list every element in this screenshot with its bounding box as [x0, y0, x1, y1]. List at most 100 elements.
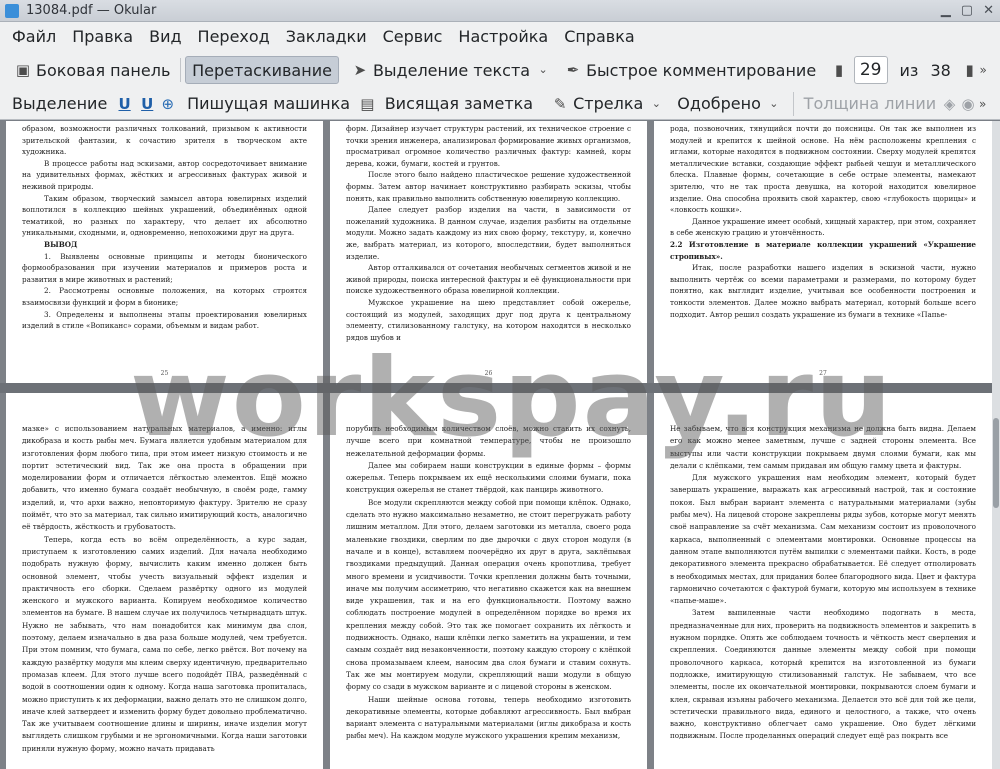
paragraph: Далее мы собираем наши конструкции в еди… [346, 460, 631, 495]
page-total-label: 38 [930, 60, 951, 80]
paragraph: Для мужского украшения нам необходим эле… [670, 473, 976, 606]
strikeout-icon[interactable]: ⊕ [161, 95, 176, 113]
paragraph: образом, возможности различных толковани… [22, 124, 307, 157]
menu-help[interactable]: Справка [556, 22, 643, 52]
pinned-note-label: Висящая заметка [384, 94, 534, 113]
quick-comment-label: Быстрое комментирование [586, 60, 817, 80]
drag-mode-label: Перетаскивание [192, 60, 332, 80]
page-text: Не забываем, что вся конструкция механиз… [654, 393, 992, 743]
chevron-down-icon[interactable]: ⌄ [647, 95, 665, 113]
section-heading: ВЫВОД [44, 239, 78, 249]
paragraph: В процессе работы над эскизами, автор со… [22, 158, 307, 191]
document-viewport[interactable]: образом, возможности различных толковани… [0, 121, 1000, 769]
window-controls: ▁ ▢ ✕ [941, 3, 994, 18]
arrow-label: Стрелка [573, 94, 644, 113]
text-select-button[interactable]: ➤ Выделение текста ⌄ [345, 56, 558, 84]
paragraph: Автор отталкивался от сочетания необычны… [346, 263, 631, 296]
drag-mode-button[interactable]: Перетаскивание [185, 56, 339, 84]
scrollbar-thumb[interactable] [993, 418, 999, 508]
pdf-page-25: образом, возможности различных толковани… [6, 121, 323, 383]
window-title: 13084.pdf — Okular [26, 3, 157, 18]
menu-tools[interactable]: Сервис [375, 22, 451, 52]
menu-view[interactable]: Вид [141, 22, 189, 52]
pdf-page-30: Не забываем, что вся конструкция механиз… [654, 393, 992, 769]
paragraph: Теперь, когда есть во всём определённост… [22, 534, 307, 753]
close-icon[interactable]: ✕ [983, 3, 994, 18]
toolbar-separator [180, 58, 182, 82]
main-toolbar: ▣ Боковая панель Перетаскивание ➤ Выделе… [0, 52, 1000, 88]
paragraph: Далее следует разбор изделия на части, в… [346, 205, 631, 261]
maximize-icon[interactable]: ▢ [961, 3, 973, 18]
page-number: 27 [819, 370, 827, 377]
note-icon: ▤ [360, 94, 375, 113]
page-text: рода, позвоночник, тянущийся почти до по… [654, 121, 992, 320]
color-icon[interactable]: ◈ [942, 95, 957, 113]
window-titlebar: 13084.pdf — Okular ▁ ▢ ✕ [0, 0, 1000, 22]
quick-comment-button[interactable]: ✒ Быстрое комментирование [558, 56, 822, 84]
paragraph: Не забываем, что вся конструкция механиз… [670, 424, 976, 470]
pinned-note-button[interactable]: Висящая заметка [379, 90, 539, 118]
list-item: 2. Рассмотрены основные положения, на ко… [22, 286, 307, 307]
stamp-button[interactable]: Одобрено ⌄ [671, 90, 789, 118]
paragraph: После этого было найдено пластическое ре… [346, 170, 631, 203]
text-select-label: Выделение текста [372, 60, 531, 80]
sidebar-button-label: Боковая панель [36, 60, 171, 80]
paragraph: мазке» с использованием натуральных мате… [22, 424, 307, 532]
list-item: 1. Выявлены основные принципы и методы б… [22, 251, 307, 284]
menu-go[interactable]: Переход [190, 22, 278, 52]
next-page-icon[interactable]: ▮ [963, 61, 977, 79]
previous-page-icon[interactable]: ▮ [832, 61, 846, 79]
paragraph: порубить необходимым количеством слоёв, … [346, 424, 631, 458]
sidebar-button[interactable]: ▣ Боковая панель [8, 56, 176, 84]
squiggle-underline-icon[interactable]: U [140, 95, 155, 113]
cursor-arrow-icon: ➤ [353, 61, 367, 79]
vertical-scrollbar[interactable] [992, 121, 1000, 769]
line-width-label: Толщина линии [803, 94, 937, 113]
paragraph: Итак, после разработки нашего изделия в … [670, 263, 976, 319]
page-text: мазке» с использованием натуральных мате… [6, 393, 323, 755]
overflow-menu-icon[interactable]: » [975, 95, 990, 113]
overflow-menu-icon[interactable]: » [976, 61, 990, 79]
typewriter-label: Пишущая машинка [187, 94, 351, 113]
pen-icon: ✒ [566, 61, 580, 79]
menu-bookmarks[interactable]: Закладки [278, 22, 375, 52]
sidebar-icon: ▣ [15, 61, 31, 79]
menu-file[interactable]: Файл [4, 22, 64, 52]
page-text: форм. Дизайнер изучает структуры растени… [330, 121, 647, 343]
pdf-page-28: мазке» с использованием натуральных мате… [6, 393, 323, 769]
paragraph: Данное украшение имеет особый, хищный ха… [670, 216, 976, 238]
chevron-down-icon[interactable]: ⌄ [534, 61, 552, 79]
page-text: образом, возможности различных толковани… [6, 121, 323, 332]
paragraph: рода, позвоночник, тянущийся почти до по… [670, 124, 976, 215]
underline-icon[interactable]: U [117, 95, 132, 113]
page-row-gap [0, 383, 1000, 393]
page-of-label: из [899, 60, 919, 80]
page-number: 25 [160, 370, 169, 377]
page-text: порубить необходимым количеством слоёв, … [330, 393, 647, 743]
paragraph: Наши шейные основа готовы, теперь необхо… [346, 694, 631, 741]
stamp-label: Одобрено [677, 94, 761, 113]
pdf-page-26: форм. Дизайнер изучает структуры растени… [330, 121, 647, 383]
paragraph: форм. Дизайнер изучает структуры растени… [346, 124, 631, 168]
paragraph: Затем выпиленные части необходимо подогн… [670, 608, 976, 741]
menu-bar: Файл Правка Вид Переход Закладки Сервис … [0, 22, 1000, 52]
line-width-button[interactable]: Толщина линии [798, 90, 943, 118]
list-item: 3. Определены и выполнены этапы проектир… [22, 309, 307, 331]
toolbar-separator [792, 91, 794, 116]
opacity-icon[interactable]: ◉ [961, 95, 976, 113]
chevron-down-icon[interactable]: ⌄ [765, 95, 783, 113]
highlight-button[interactable]: Выделение [6, 90, 113, 118]
paragraph: Все модули скрепляются между собой при п… [346, 497, 631, 692]
highlight-label: Выделение [12, 94, 108, 113]
menu-edit[interactable]: Правка [64, 22, 141, 52]
arrow-button[interactable]: ✎ Стрелка ⌄ [545, 90, 671, 118]
pdf-page-29: порубить необходимым количеством слоёв, … [330, 393, 647, 769]
menu-settings[interactable]: Настройка [450, 22, 556, 52]
minimize-icon[interactable]: ▁ [941, 3, 951, 18]
paragraph: Мужское украшение на шею представляет со… [346, 297, 631, 342]
typewriter-button[interactable]: Пишущая машинка [181, 90, 356, 118]
annotation-toolbar: Выделение U U ⊕ Пишущая машинка ▤ Висяща… [0, 88, 1000, 120]
page-number-input[interactable]: 29 [853, 56, 888, 84]
okular-app-icon [5, 4, 19, 18]
pdf-page-27: рода, позвоночник, тянущийся почти до по… [654, 121, 992, 383]
